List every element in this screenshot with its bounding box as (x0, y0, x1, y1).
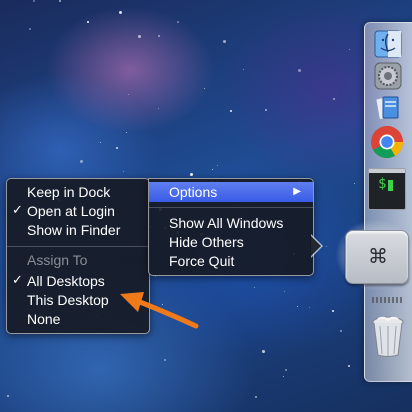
menu-item-label: Hide Others (169, 234, 244, 250)
menu-item-keep-in-dock[interactable]: Keep in Dock (27, 183, 110, 202)
star (283, 376, 284, 377)
star (126, 132, 127, 133)
star (80, 160, 83, 163)
star (204, 88, 205, 89)
checkmark-icon: ✓ (12, 202, 23, 217)
menu-item-options[interactable]: Options ▶ (149, 182, 313, 202)
star (33, 0, 35, 2)
menu-item-label: All Desktops (27, 273, 105, 289)
menu-item-label: Open at Login (27, 203, 115, 219)
menu-separator (149, 207, 313, 208)
menu-item-label: Show in Finder (27, 222, 121, 238)
star (29, 28, 31, 30)
menu-item-open-at-login[interactable]: Open at Login (27, 202, 115, 221)
star (297, 306, 298, 307)
menu-item-this-desktop[interactable]: This Desktop (27, 291, 109, 310)
files-icon[interactable] (374, 94, 402, 122)
menu-item-label: Force Quit (169, 253, 235, 269)
star (255, 396, 257, 398)
menu-item-label: This Desktop (27, 292, 109, 308)
star (254, 287, 255, 288)
command-key-glyph: ⌘ (368, 244, 388, 268)
star (119, 11, 122, 14)
star (87, 21, 89, 23)
menu-item-none[interactable]: None (27, 310, 60, 329)
menu-item-force-quit[interactable]: Force Quit (169, 252, 234, 271)
star (223, 40, 226, 43)
star (230, 110, 232, 112)
finder-icon[interactable] (374, 30, 402, 58)
star (262, 350, 265, 353)
star (7, 395, 9, 397)
star (333, 98, 335, 100)
star (123, 171, 124, 172)
trash-icon[interactable] (370, 314, 406, 358)
star (128, 94, 129, 95)
star (116, 147, 118, 149)
menu-item-all-desktops[interactable]: All Desktops (27, 272, 105, 291)
star (326, 246, 327, 247)
star (158, 108, 159, 109)
menu-item-hide-others[interactable]: Hide Others (169, 233, 244, 252)
menu-header-assign-to: Assign To (27, 251, 87, 270)
menu-item-show-all-windows[interactable]: Show All Windows (169, 214, 283, 233)
star (265, 109, 267, 111)
star (284, 291, 285, 292)
checkmark-icon: ✓ (12, 272, 23, 287)
star (354, 183, 355, 184)
menu-header-label: Assign To (27, 252, 88, 268)
star (348, 365, 350, 367)
star (285, 369, 287, 371)
star (59, 0, 61, 2)
star (349, 49, 350, 50)
keyboard-command-icon[interactable]: ⌘ (345, 230, 409, 284)
dock-separator (372, 297, 404, 303)
star (298, 69, 301, 72)
star (340, 330, 342, 332)
star (158, 35, 160, 37)
star (177, 21, 179, 23)
system-preferences-icon[interactable] (374, 62, 402, 90)
star (138, 35, 141, 38)
star (309, 307, 310, 308)
star (100, 142, 101, 143)
terminal-icon[interactable]: $ (368, 168, 406, 210)
star (217, 165, 218, 166)
chrome-icon[interactable] (370, 125, 404, 159)
star (332, 310, 334, 312)
options-submenu: Options ▶ Show All Windows Hide Others F… (148, 178, 314, 276)
menu-item-label: Show All Windows (169, 215, 284, 231)
star (164, 359, 166, 361)
menu-item-label: Keep in Dock (27, 184, 111, 200)
star (190, 173, 193, 176)
star (243, 69, 244, 70)
menu-item-label: None (27, 311, 61, 327)
annotation-arrow-icon (120, 292, 199, 329)
menu-separator (7, 246, 149, 247)
terminal-prompt: $ (378, 176, 387, 192)
menu-pointer-fill (310, 235, 321, 257)
submenu-arrow-icon: ▶ (293, 186, 301, 197)
options-label: Options (169, 184, 218, 200)
menu-item-show-in-finder[interactable]: Show in Finder (27, 221, 120, 240)
star (212, 169, 213, 170)
